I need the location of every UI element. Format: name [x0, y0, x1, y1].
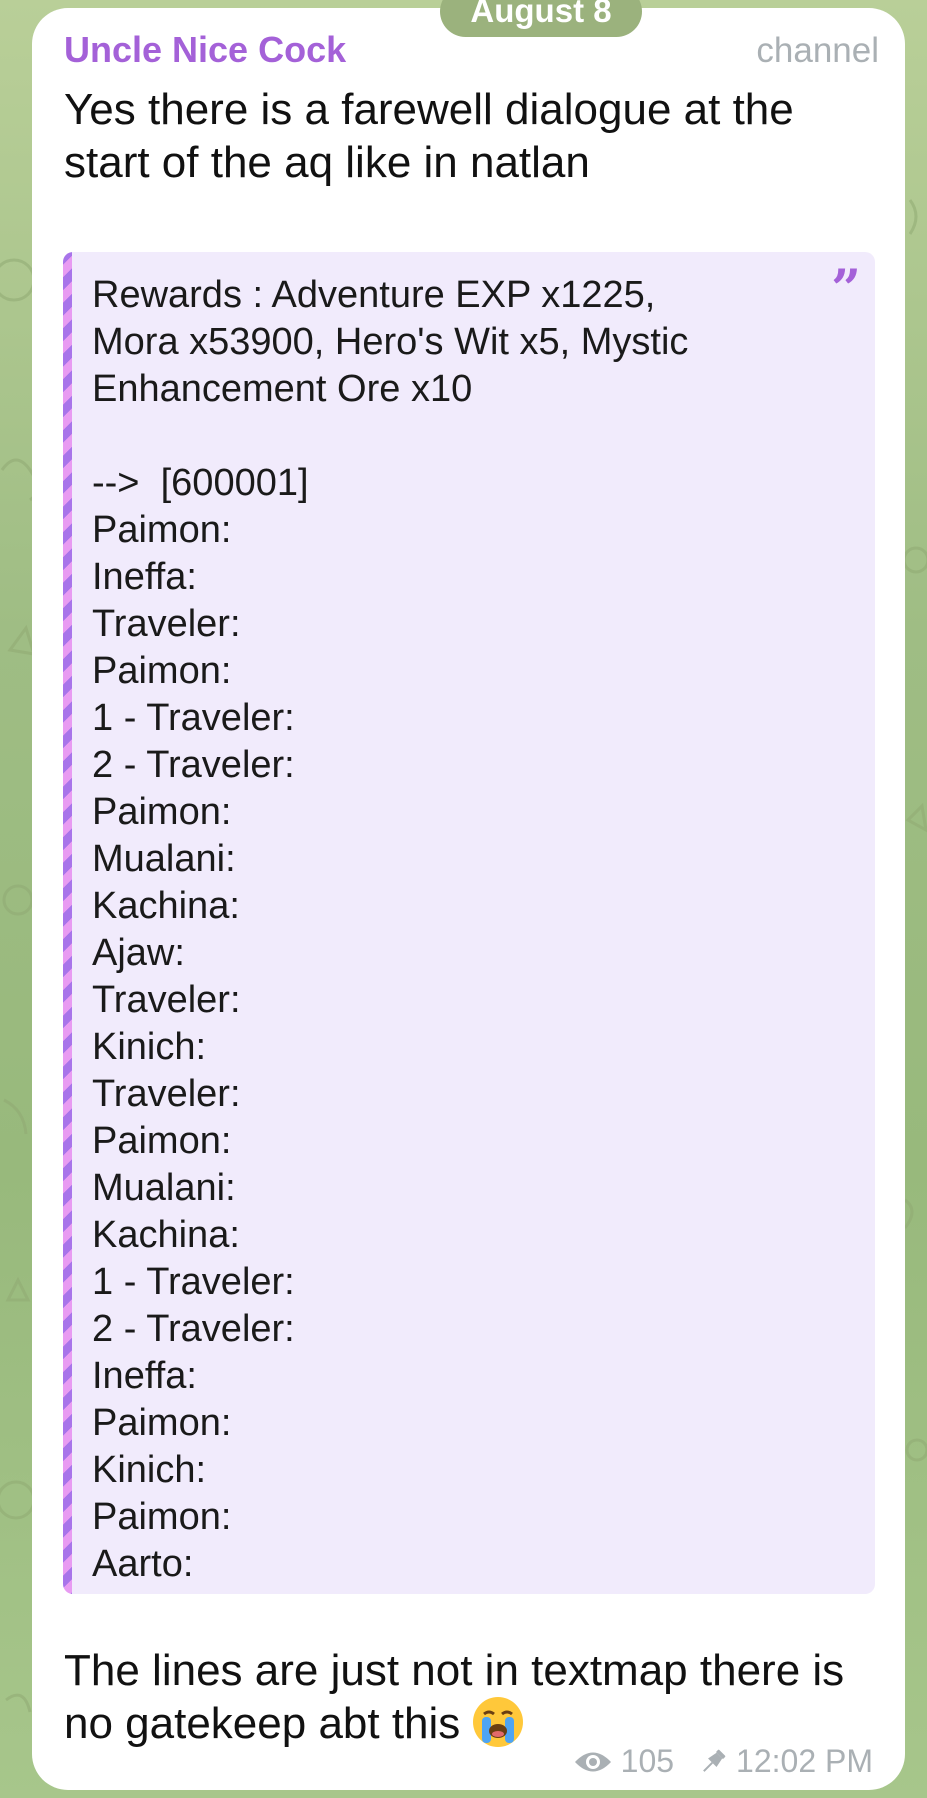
- quote-line: Mora x53900, Hero's Wit x5, Mystic: [92, 321, 689, 363]
- sender-name[interactable]: Uncle Nice Cock: [64, 29, 346, 71]
- quote-line: Traveler:: [92, 1073, 241, 1115]
- quote-line: [92, 413, 832, 460]
- quote-line: Ineffa:: [92, 556, 197, 598]
- view-count: 105: [620, 1743, 675, 1779]
- quote-line: Aarto:: [92, 1543, 194, 1585]
- message-bubble[interactable]: Uncle Nice Cock channel Yes there is a f…: [32, 8, 905, 1790]
- channel-label: channel: [756, 31, 879, 70]
- quote-line: 1 - Traveler:: [92, 1261, 295, 1303]
- quote-line: Paimon:: [92, 650, 232, 692]
- quote-line: Kachina:: [92, 885, 240, 927]
- quote-line: 2 - Traveler:: [92, 744, 295, 786]
- quote-line: Kinich:: [92, 1026, 207, 1068]
- message-text-bottom: The lines are just not in textmap there …: [64, 1644, 864, 1751]
- quote-line: Traveler:: [92, 603, 241, 645]
- message-text-top: Yes there is a farewell dialogue at the …: [64, 85, 794, 187]
- quote-line: Ajaw:: [92, 932, 185, 974]
- quote-line: Mualani:: [92, 838, 236, 880]
- quote-line: Paimon:: [92, 1120, 232, 1162]
- quote-accent-bar: [63, 252, 72, 1594]
- message-text-bottom-content: The lines are just not in textmap there …: [64, 1646, 845, 1748]
- quote-line: Enhancement Ore x10: [92, 368, 473, 410]
- quote-line: 1 - Traveler:: [92, 697, 295, 739]
- message-meta: 105 12:02 PM: [573, 1743, 873, 1780]
- quote-line: Kinich:: [92, 1449, 207, 1491]
- quote-line: Ineffa:: [92, 1355, 197, 1397]
- quote-line: Paimon:: [92, 791, 232, 833]
- quote-line: Rewards : Adventure EXP x1225,: [92, 274, 656, 316]
- quote-line: Paimon:: [92, 1402, 232, 1444]
- quote-line: Kachina:: [92, 1214, 240, 1256]
- quote-line: Mualani:: [92, 1167, 236, 1209]
- quote-text: Rewards : Adventure EXP x1225, Mora x5390…: [92, 272, 832, 1588]
- date-pill: August 8: [440, 0, 642, 37]
- quote-line: Traveler:: [92, 979, 241, 1021]
- message-time: 12:02 PM: [736, 1743, 873, 1779]
- eye-icon: [573, 1749, 613, 1775]
- quote-line: --> [600001]: [92, 462, 309, 504]
- quote-line: Paimon:: [92, 1496, 232, 1538]
- quote-line: Paimon:: [92, 509, 232, 551]
- quote-line: 2 - Traveler:: [92, 1308, 295, 1350]
- pin-icon: [698, 1747, 728, 1777]
- blockquote[interactable]: ” Rewards : Adventure EXP x1225, Mora x53…: [63, 252, 875, 1594]
- quote-icon: ”: [831, 259, 861, 320]
- loudly-crying-face-icon: [472, 1697, 523, 1748]
